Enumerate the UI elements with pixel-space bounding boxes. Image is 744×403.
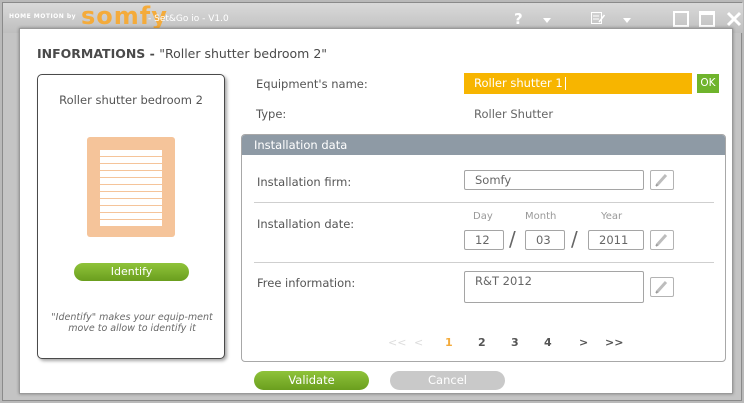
help-icon[interactable]: ? xyxy=(514,10,523,28)
year-caption: Year xyxy=(601,211,623,222)
dialog-title-prefix: INFORMATIONS - xyxy=(37,46,160,61)
pager-prev[interactable]: < xyxy=(414,336,423,349)
type-label: Type: xyxy=(256,107,287,121)
pager-page-3[interactable]: 3 xyxy=(511,336,519,349)
date-separator: / xyxy=(571,227,578,251)
pager-page-4[interactable]: 4 xyxy=(544,336,552,349)
installation-date-label: Installation date: xyxy=(257,217,355,231)
pencil-icon xyxy=(655,280,668,294)
edit-notes-icon[interactable] xyxy=(591,12,605,24)
identify-help-text: "Identify" makes your equip-ment move to… xyxy=(51,312,213,334)
roller-shutter-icon xyxy=(87,137,175,237)
dialog-title-device: "Roller shutter bedroom 2" xyxy=(159,46,328,61)
app-window: HOME MOTION by somfy - Set&Go io - V1.0 … xyxy=(0,0,744,403)
ok-button[interactable]: OK xyxy=(697,74,719,93)
maximize-icon[interactable] xyxy=(699,11,715,27)
year-field[interactable]: 2011 xyxy=(588,230,644,250)
pager-next[interactable]: > xyxy=(579,336,588,349)
type-value: Roller Shutter xyxy=(474,107,554,121)
pager-last[interactable]: >> xyxy=(605,336,623,349)
installation-firm-field[interactable]: Somfy xyxy=(464,170,644,190)
app-frame: HOME MOTION by somfy - Set&Go io - V1.0 … xyxy=(2,2,743,401)
equipment-name-value: Roller shutter 1 xyxy=(474,76,563,90)
installation-firm-label: Installation firm: xyxy=(257,175,352,189)
installation-header: Installation data xyxy=(242,135,725,155)
pager-page-2[interactable]: 2 xyxy=(478,336,486,349)
text-cursor xyxy=(564,77,566,90)
pencil-icon xyxy=(655,173,668,187)
equipment-name-label: Equipment's name: xyxy=(256,77,368,91)
edit-date-button[interactable] xyxy=(650,230,674,250)
equipment-name-input[interactable]: Roller shutter 1 xyxy=(464,73,692,94)
day-caption: Day xyxy=(473,211,493,222)
installation-panel: Installation data Installation firm: Som… xyxy=(241,134,726,362)
device-card: Roller shutter bedroom 2 Identify "Ident… xyxy=(37,74,225,359)
dialog-title: INFORMATIONS - "Roller shutter bedroom 2… xyxy=(37,46,327,61)
free-information-label: Free information: xyxy=(257,276,356,290)
day-field[interactable]: 12 xyxy=(464,230,504,250)
month-caption: Month xyxy=(525,211,557,222)
free-information-field[interactable]: R&T 2012 xyxy=(464,271,644,303)
caret-down-icon[interactable] xyxy=(623,18,631,23)
edit-firm-button[interactable] xyxy=(650,170,674,190)
date-separator: / xyxy=(509,227,516,251)
device-name: Roller shutter bedroom 2 xyxy=(59,93,203,107)
minimize-icon[interactable] xyxy=(673,11,689,27)
brand-tagline: HOME MOTION by xyxy=(9,13,77,20)
divider xyxy=(254,262,714,263)
shutter-slats xyxy=(100,149,162,226)
pager-page-1[interactable]: 1 xyxy=(445,336,453,349)
caret-down-icon[interactable] xyxy=(543,18,551,23)
edit-free-info-button[interactable] xyxy=(650,277,674,297)
validate-button[interactable]: Validate xyxy=(254,371,369,390)
cancel-button[interactable]: Cancel xyxy=(390,371,505,390)
pager-first[interactable]: << xyxy=(388,336,406,349)
identify-button[interactable]: Identify xyxy=(74,263,189,281)
close-icon[interactable] xyxy=(726,11,742,27)
divider xyxy=(254,202,714,203)
pencil-icon xyxy=(655,233,668,247)
month-field[interactable]: 03 xyxy=(525,230,565,250)
app-version: - Set&Go io - V1.0 xyxy=(148,14,229,24)
informations-dialog: INFORMATIONS - "Roller shutter bedroom 2… xyxy=(19,28,733,394)
